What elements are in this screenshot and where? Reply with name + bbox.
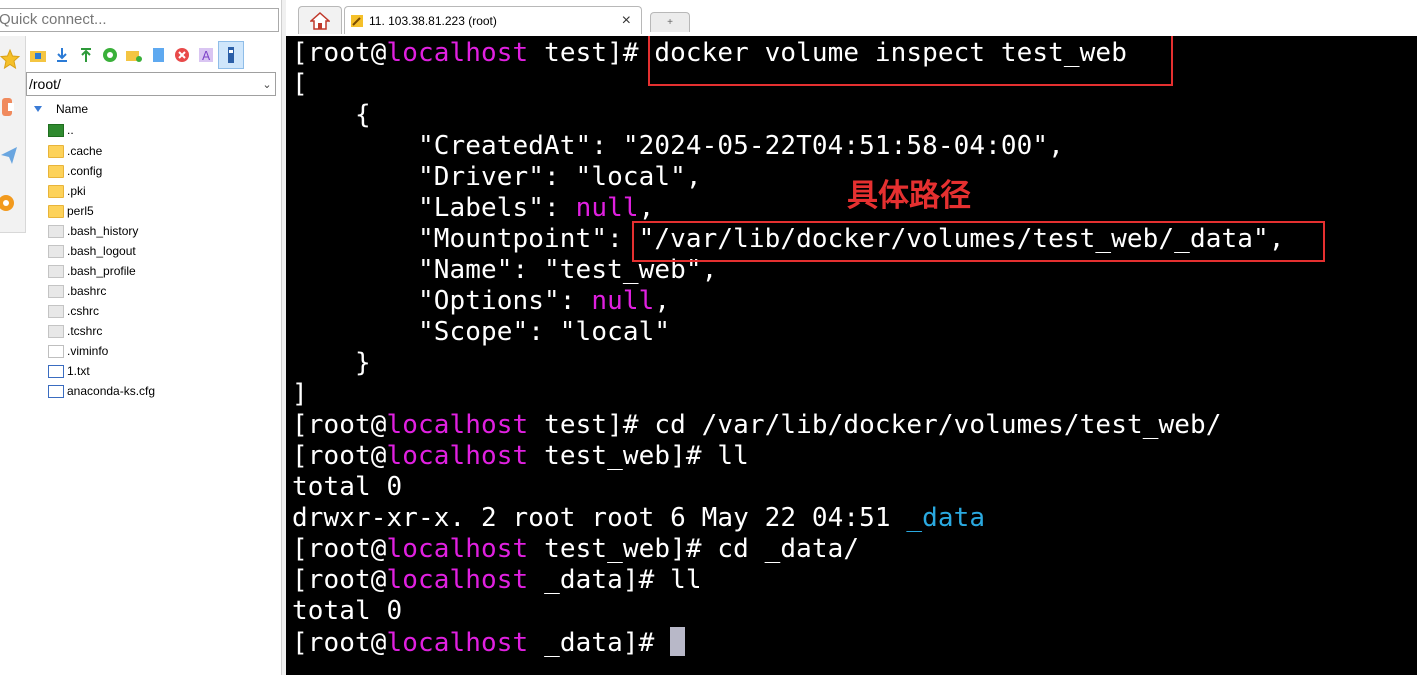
terminal-line: ] [292,379,308,409]
folder-up-icon[interactable] [26,42,50,68]
terminal-line: "Labels": null, [292,193,655,223]
file-row[interactable]: .cshrc [48,301,99,321]
file-name: .. [67,123,74,137]
file-name: .cshrc [67,304,100,318]
sftp-toolbar: A [26,40,282,70]
terminal-pane[interactable]: [root@localhost test]# docker volume ins… [286,36,1417,675]
refresh-icon[interactable] [98,42,122,68]
home-tab[interactable] [298,6,342,34]
file-row[interactable]: 1.txt [48,361,90,381]
macro-icon[interactable] [0,188,22,218]
file-name: .pki [67,184,86,198]
file-name: .tcshrc [67,324,103,338]
home-icon [310,11,330,30]
sort-arrow-icon [34,106,42,112]
rename-icon[interactable]: A [194,42,218,68]
name-column-label: Name [56,102,89,116]
quick-connect-input[interactable] [0,11,269,28]
terminal-line: "Options": null, [292,286,671,316]
folder-icon [48,144,64,158]
session-tab-label: 11. 103.38.81.223 (root) [369,13,497,28]
file-name: 1.txt [67,364,90,378]
text-cursor [670,627,686,656]
file-name: perl5 [67,204,94,218]
terminal-prompt-line: [root@localhost _data]# [292,627,686,659]
file-row[interactable]: .tcshrc [48,321,102,341]
file-name: .bash_history [67,224,139,238]
remote-path-dropdown[interactable]: /root/ ⌄ [26,72,276,96]
text-file-icon [48,384,64,398]
terminal-line: total 0 [292,472,403,502]
file-row[interactable]: .bash_profile [48,261,136,281]
delete-icon[interactable] [170,42,194,68]
terminal-line: [root@localhost test_web]# ll [292,441,749,471]
file-icon [48,264,64,278]
folder-icon [48,204,64,218]
text-file-icon [48,364,64,378]
send-icon[interactable] [0,140,22,170]
terminal-line: [root@localhost test_web]# cd _data/ [292,534,860,564]
new-folder-icon[interactable] [122,42,146,68]
quick-connect-box[interactable] [0,8,279,32]
remote-path-value: /root/ [29,76,61,92]
file-row[interactable]: .viminfo [48,341,108,361]
star-icon[interactable] [0,44,22,74]
chevron-down-icon[interactable]: ⌄ [259,78,275,91]
terminal-line: [root@localhost _data]# ll [292,565,702,595]
file-name: .config [67,164,103,178]
parent-folder-icon [48,123,64,137]
session-tab-bar: 11. 103.38.81.223 (root) × + [286,0,1417,36]
file-name: .bash_profile [67,264,136,278]
new-file-icon[interactable] [146,42,170,68]
file-name: .bash_logout [67,244,136,258]
blank-file-icon [48,344,64,358]
file-icon [48,324,64,338]
terminal-line: "Driver": "local", [292,162,702,192]
new-tab-button[interactable]: + [650,12,690,32]
file-row[interactable]: anaconda-ks.cfg [48,381,155,401]
svg-text:A: A [202,49,211,63]
session-sidebar-rail [0,36,26,233]
terminal-line: { [292,100,371,130]
file-row[interactable]: perl5 [48,201,94,221]
terminal-line: "CreatedAt": "2024-05-22T04:51:58-04:00"… [292,131,1064,161]
name-column-header[interactable]: Name [34,102,88,116]
upload-icon[interactable] [74,42,98,68]
sftp-file-list: Name .. .cache .config .pki perl5 .bash_… [26,98,281,675]
file-icon [48,244,64,258]
properties-icon[interactable] [218,41,244,69]
terminal-line: "Scope": "local" [292,317,671,347]
plus-icon: + [667,17,673,28]
file-row[interactable]: .bash_history [48,221,138,241]
file-icon [48,224,64,238]
annotation-label: 具体路径 [847,178,971,214]
close-tab-icon[interactable]: × [622,12,631,30]
folder-icon [48,184,64,198]
file-name: .viminfo [67,344,109,358]
file-name: anaconda-ks.cfg [67,384,156,398]
download-icon[interactable] [50,42,74,68]
folder-icon [48,164,64,178]
file-row[interactable]: .bash_logout [48,241,136,261]
file-row[interactable]: .. [48,120,74,140]
file-row[interactable]: .pki [48,181,86,201]
terminal-line: total 0 [292,596,403,626]
file-row[interactable]: .bashrc [48,281,106,301]
command-highlight-box [648,36,1173,86]
file-icon [48,284,64,298]
file-icon [48,304,64,318]
file-name: .bashrc [67,284,107,298]
mountpoint-highlight-box [632,221,1325,262]
file-row[interactable]: .cache [48,141,102,161]
file-row[interactable]: .config [48,161,102,181]
file-name: .cache [67,144,103,158]
terminal-line: } [292,348,371,378]
tools-icon[interactable] [0,92,22,122]
terminal-line: [root@localhost test]# cd /var/lib/docke… [292,410,1222,440]
terminal-line: [ [292,69,308,99]
session-tab[interactable]: 11. 103.38.81.223 (root) × [344,6,642,34]
terminal-icon [351,14,363,27]
terminal-line: drwxr-xr-x. 2 root root 6 May 22 04:51 _… [292,503,986,533]
